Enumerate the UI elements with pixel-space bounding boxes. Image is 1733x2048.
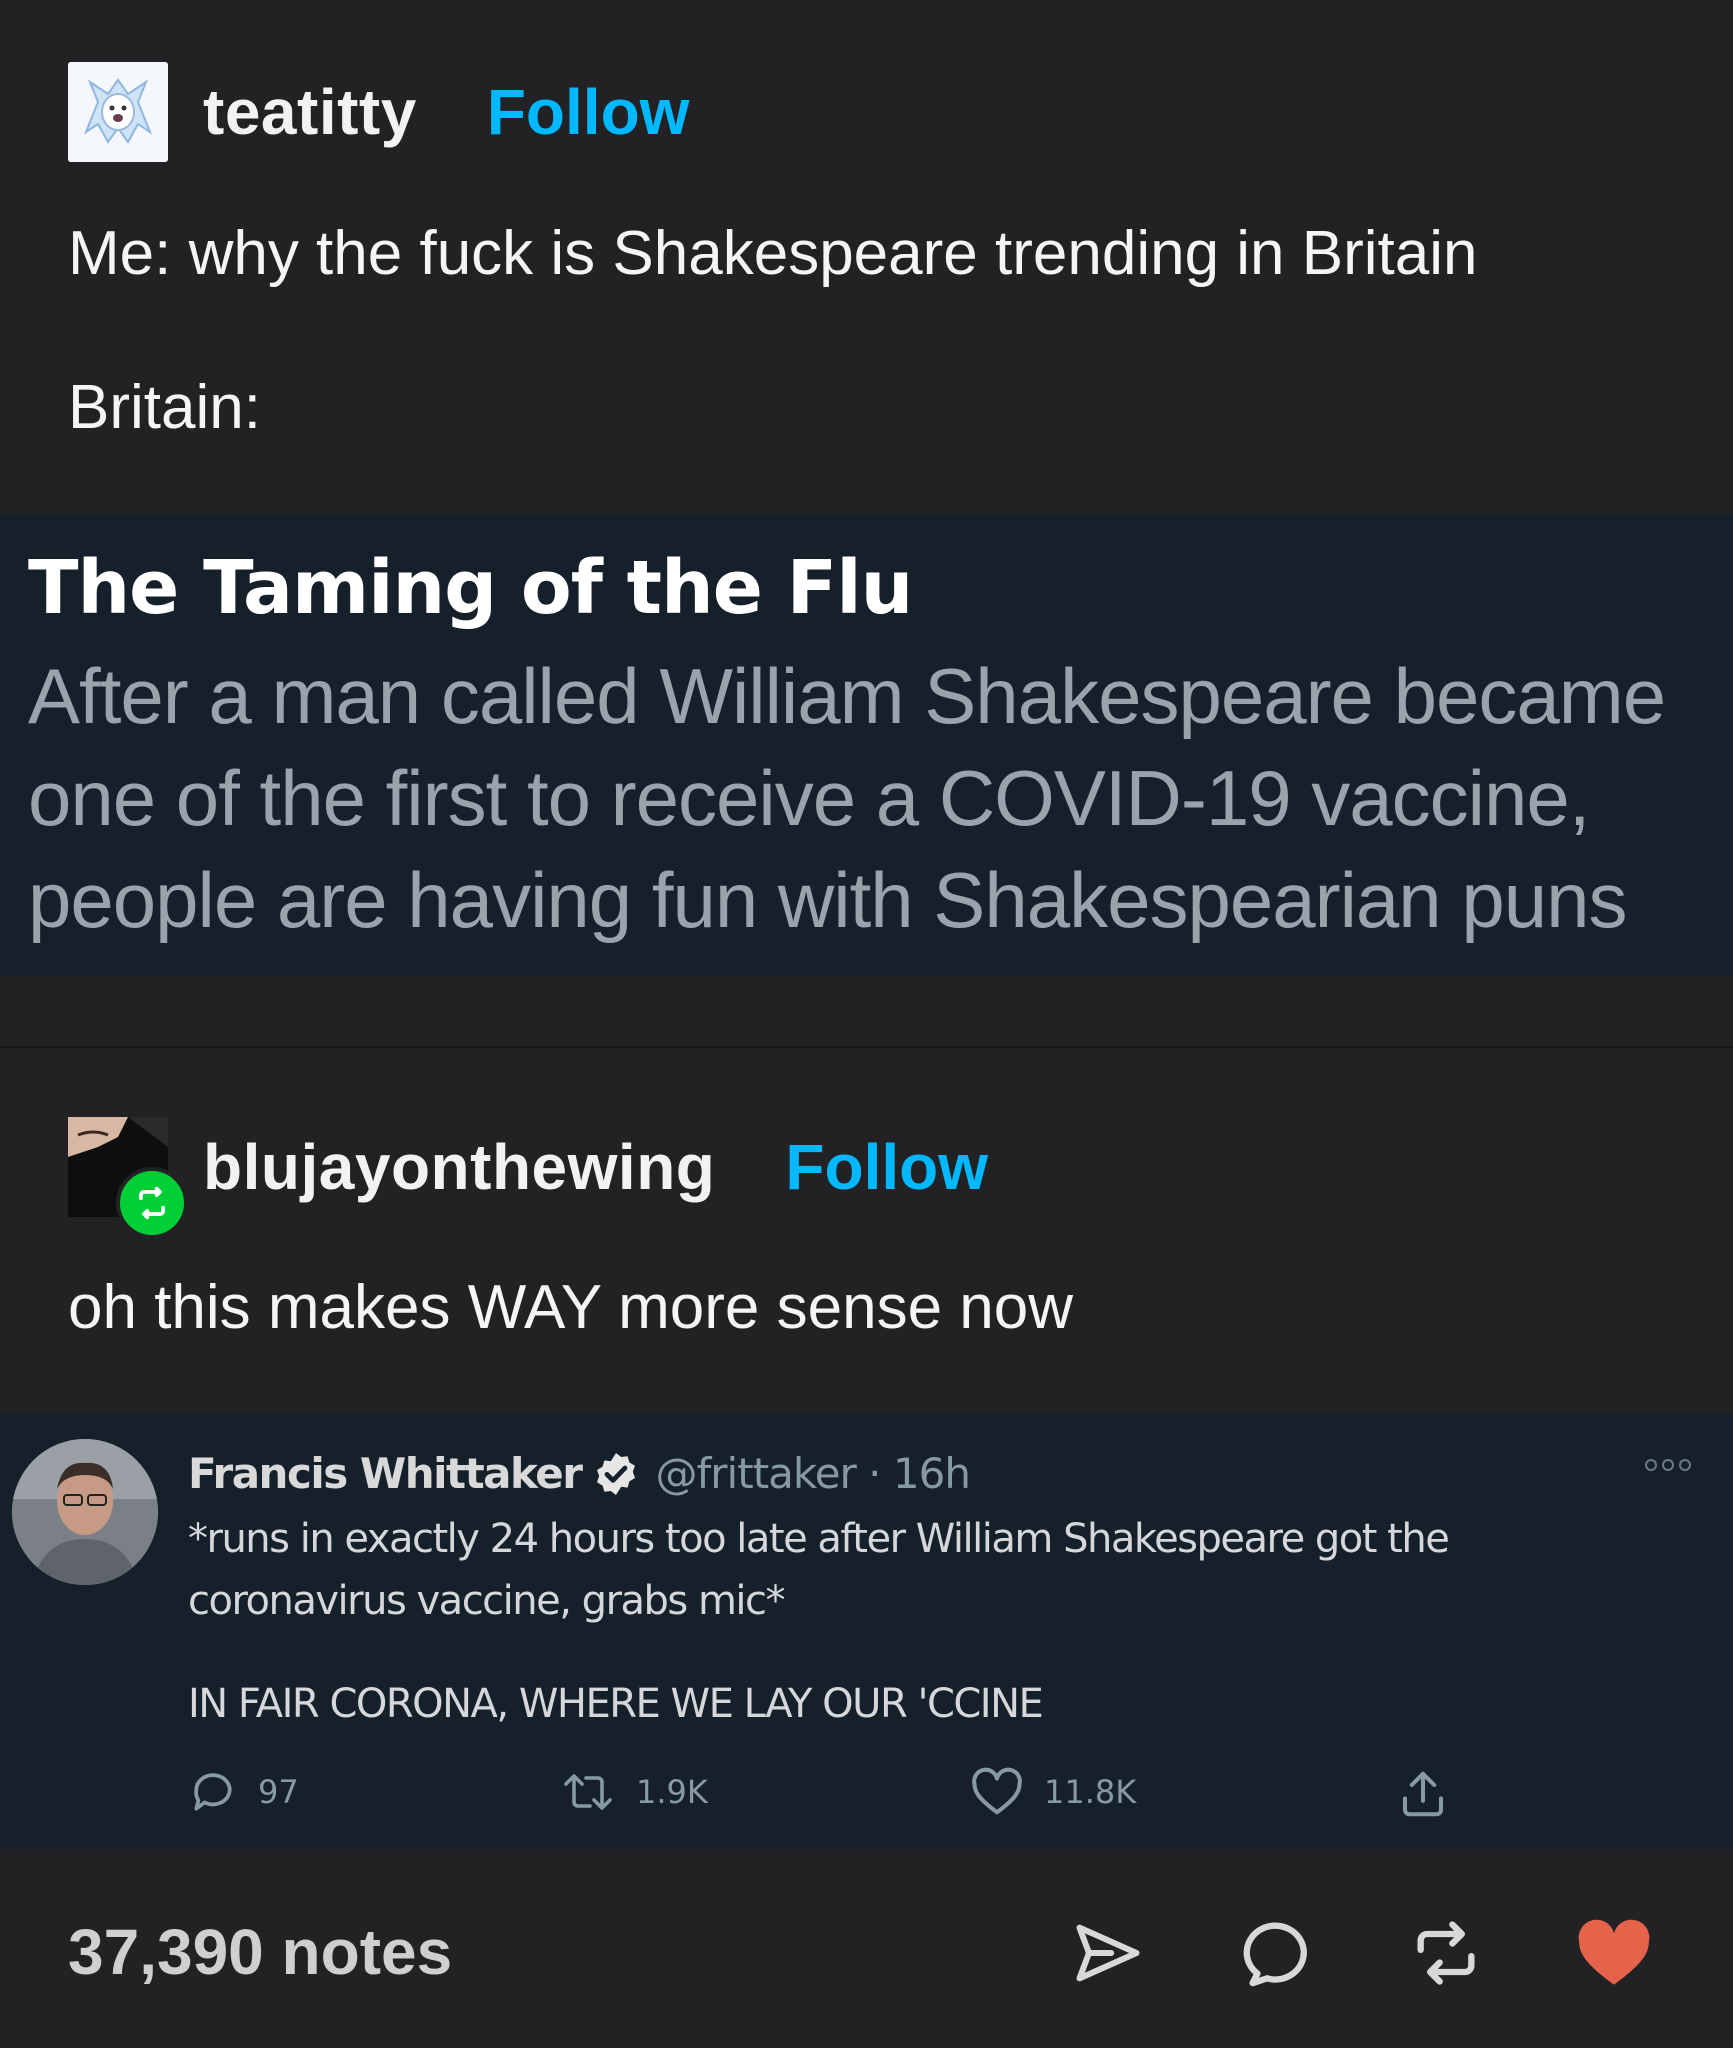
verified-icon bbox=[596, 1452, 635, 1495]
reply-icon[interactable] bbox=[1240, 1915, 1316, 1991]
tweet-like-count: 11.8K bbox=[1044, 1773, 1137, 1811]
avatar-blujayonthewing[interactable] bbox=[68, 1117, 188, 1239]
article-title: The Taming of the Flu bbox=[28, 545, 913, 631]
follow-button[interactable]: Follow bbox=[785, 1130, 988, 1204]
follow-button[interactable]: Follow bbox=[487, 75, 690, 149]
tweet-text-punchline: IN FAIR CORONA, WHERE WE LAY OUR 'CCINE bbox=[188, 1681, 1044, 1727]
tweet-avatar bbox=[12, 1439, 158, 1585]
post-username[interactable]: teatitty bbox=[203, 75, 417, 149]
tweet-handle-time: @frittaker · 16h bbox=[655, 1449, 971, 1498]
tweet-retweet-action: 1.9K bbox=[560, 1767, 708, 1817]
reblog-divider bbox=[0, 1046, 1733, 1048]
reblog-comment: oh this makes WAY more sense now bbox=[68, 1273, 1074, 1342]
tweet-header: Francis Whittaker @frittaker · 16h bbox=[188, 1449, 971, 1498]
more-icon bbox=[1645, 1459, 1691, 1471]
ghost-avatar-icon bbox=[68, 62, 168, 162]
like-icon[interactable] bbox=[1576, 1915, 1652, 1991]
tweet-text: *runs in exactly 24 hours too late after… bbox=[188, 1516, 1450, 1624]
avatar-teatitty[interactable] bbox=[68, 62, 168, 162]
post-text-line1: Me: why the fuck is Shakespeare trending… bbox=[68, 219, 1478, 288]
tweet-share-icon bbox=[1402, 1771, 1444, 1817]
reblog-badge-icon bbox=[116, 1167, 188, 1239]
tweet-reply-action: 97 bbox=[188, 1767, 299, 1817]
tweet-author-name: Francis Whittaker bbox=[188, 1449, 583, 1498]
tweet-share-action bbox=[1396, 1767, 1450, 1821]
tweet-retweet-icon bbox=[564, 1774, 612, 1810]
tweet-reply-icon bbox=[194, 1773, 232, 1811]
tweet-like-icon bbox=[972, 1767, 1022, 1815]
tweet-retweet-count: 1.9K bbox=[636, 1773, 708, 1811]
article-summary: After a man called William Shakespeare b… bbox=[28, 652, 1666, 944]
post-text-line2: Britain: bbox=[68, 373, 261, 442]
post-header-teatitty: teatitty Follow bbox=[68, 62, 689, 162]
tweet-image: Francis Whittaker @frittaker · 16h *runs… bbox=[0, 1413, 1733, 1849]
tweet-reply-count: 97 bbox=[258, 1773, 299, 1811]
person-photo-icon bbox=[12, 1439, 158, 1585]
post-header-blujayonthewing: blujayonthewing Follow bbox=[68, 1117, 988, 1239]
share-icon[interactable] bbox=[1070, 1915, 1146, 1991]
reblog-icon[interactable] bbox=[1408, 1915, 1484, 1991]
tweet-like-action: 11.8K bbox=[970, 1767, 1136, 1817]
article-image: The Taming of the Flu After a man called… bbox=[0, 515, 1733, 975]
notes-count[interactable]: 37,390 notes bbox=[68, 1915, 452, 1989]
post-username[interactable]: blujayonthewing bbox=[203, 1130, 715, 1204]
